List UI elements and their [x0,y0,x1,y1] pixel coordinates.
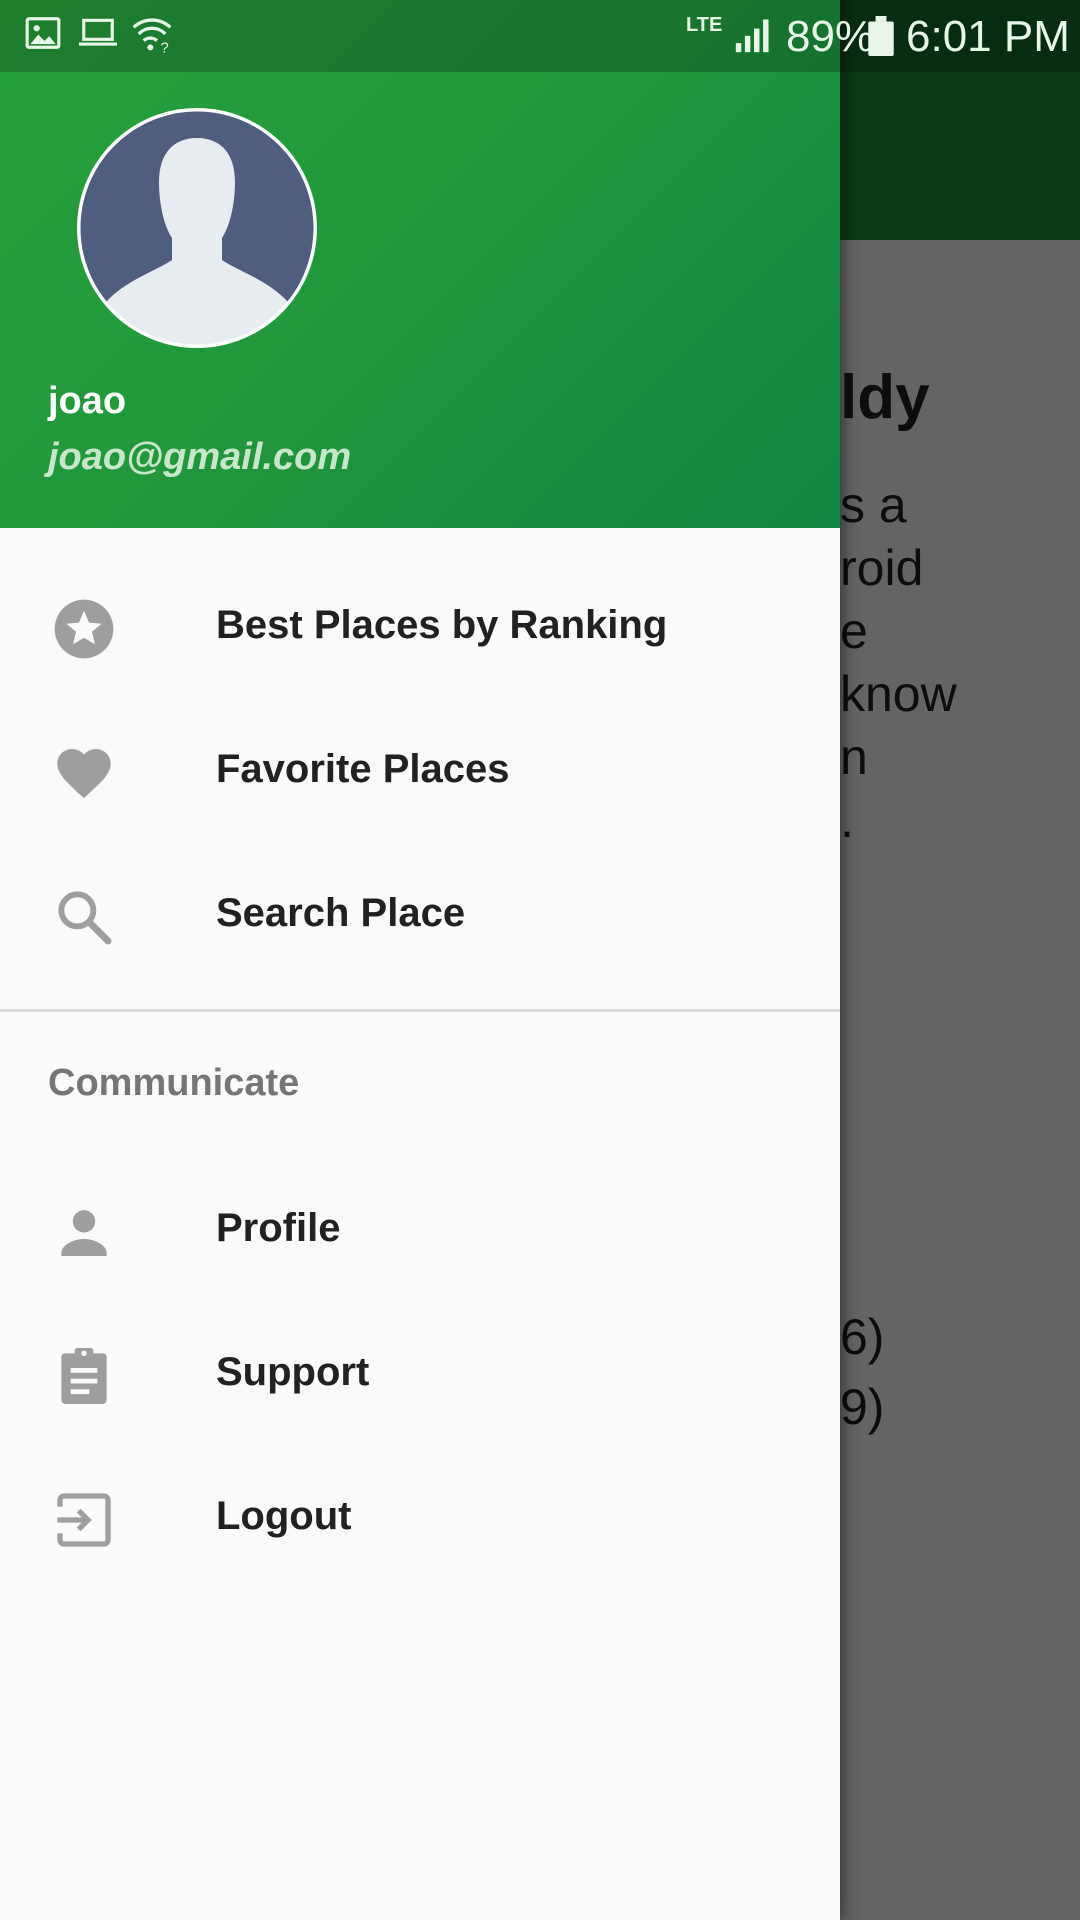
menu-item-search-place[interactable]: Search Place [0,841,840,985]
menu-item-best-places[interactable]: Best Places by Ranking [0,553,840,697]
logout-icon [52,1488,116,1552]
menu-item-label: Best Places by Ranking [216,603,668,647]
search-icon [52,885,116,949]
menu-item-logout[interactable]: Logout [0,1444,840,1588]
drawer-header: joao joao@gmail.com [0,0,840,528]
heart-icon [52,741,116,805]
navigation-drawer: joao joao@gmail.com Best Places by Ranki… [0,0,840,1920]
menu-item-profile[interactable]: Profile [0,1156,840,1300]
svg-text:?: ? [160,39,168,54]
menu-divider [0,1009,840,1012]
menu-item-label: Profile [216,1206,341,1250]
menu-item-favorite-places[interactable]: Favorite Places [0,697,840,841]
section-header-communicate: Communicate [48,1062,300,1104]
user-name: joao [48,380,127,422]
battery-percent: 89% [786,12,875,61]
image-notification-icon [24,14,62,57]
menu-item-label: Support [216,1350,370,1394]
wifi-icon: ? [130,14,174,59]
menu-item-label: Logout [216,1494,352,1538]
laptop-icon [76,14,120,57]
star-circle-icon [52,597,116,661]
network-type: LTE [686,14,723,36]
person-icon [52,1200,116,1264]
avatar[interactable] [77,108,317,348]
user-email: joao@gmail.com [48,436,352,478]
status-bar: ? LTE 89% 6:01 PM [0,0,1080,72]
clock: 6:01 PM [906,12,1070,61]
signal-icon [732,14,776,59]
menu-item-label: Favorite Places [216,747,510,791]
menu-item-label: Search Place [216,891,466,935]
clipboard-icon [52,1344,116,1408]
menu-item-support[interactable]: Support [0,1300,840,1444]
battery-icon [868,16,894,61]
